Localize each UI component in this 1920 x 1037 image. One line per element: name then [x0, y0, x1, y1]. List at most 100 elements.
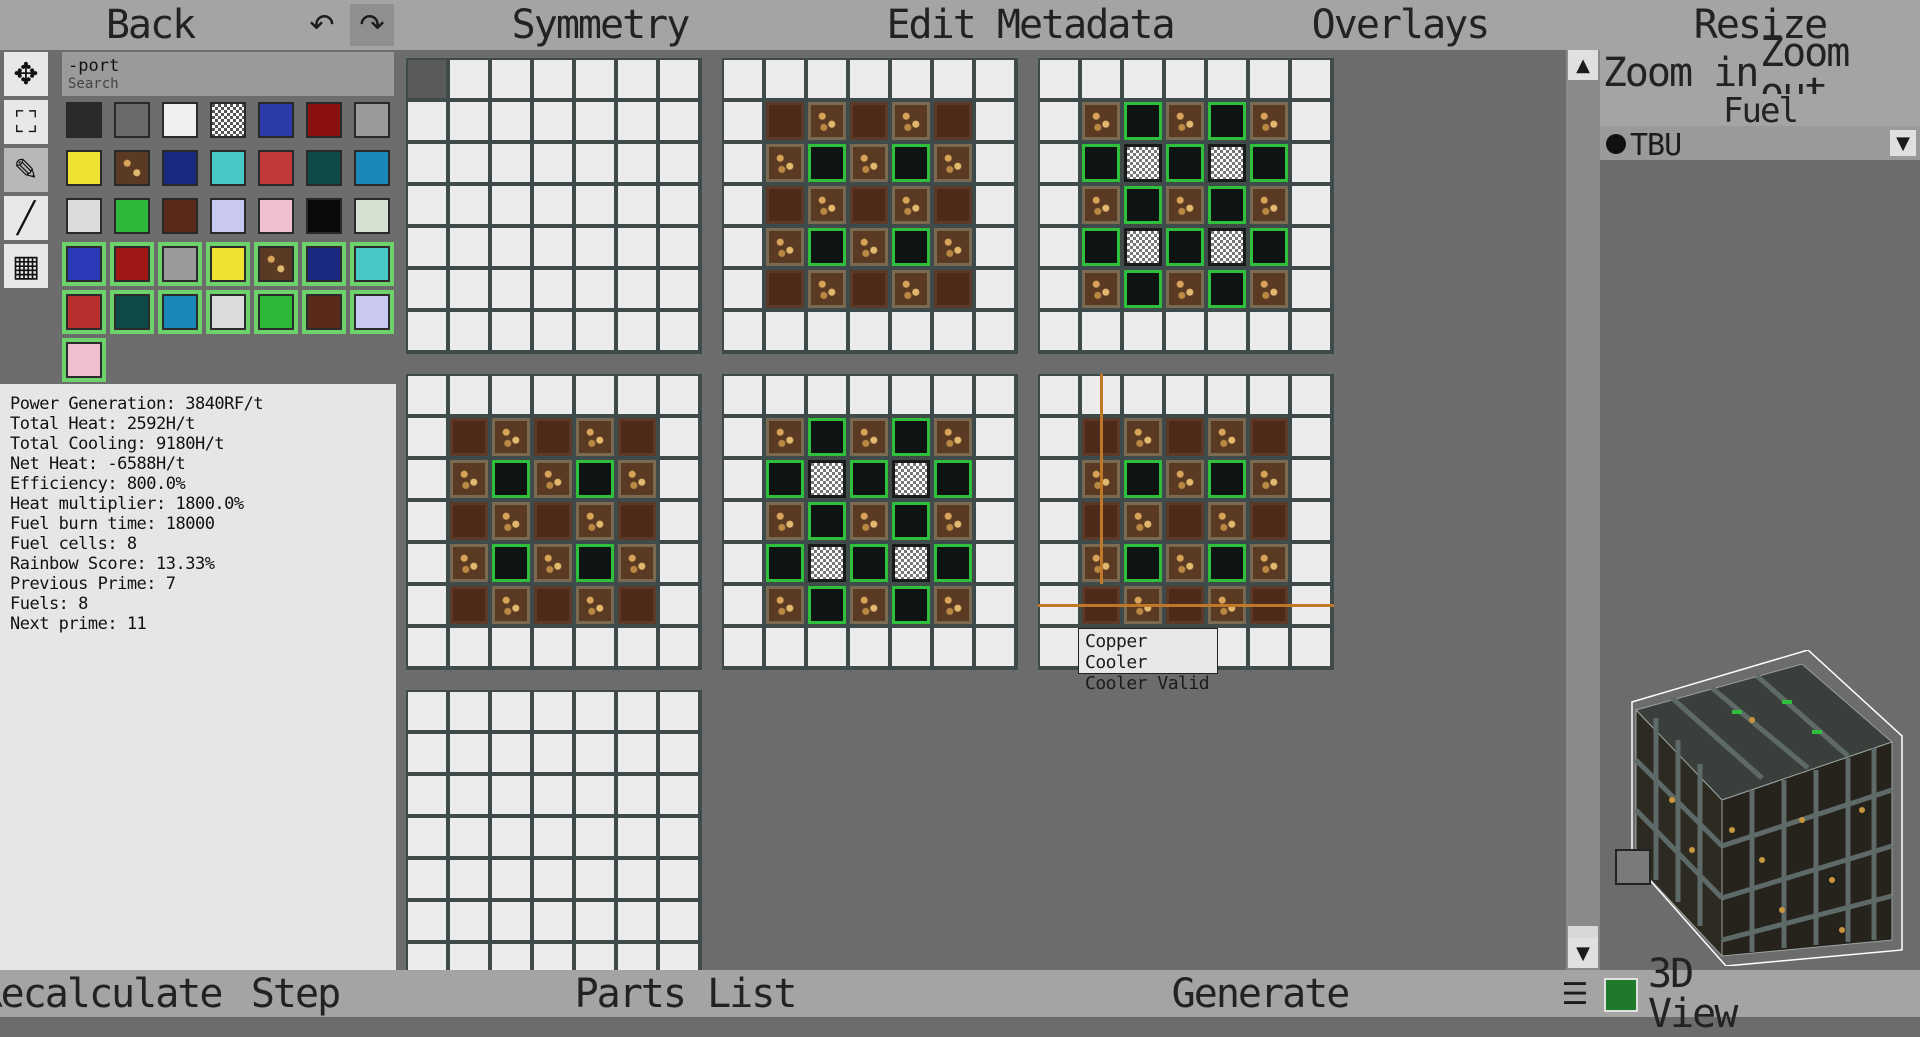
- reactor-cell[interactable]: [724, 312, 762, 350]
- reactor-cell[interactable]: [618, 818, 656, 856]
- reactor-cell[interactable]: [934, 376, 972, 414]
- reactor-cell[interactable]: [976, 270, 1014, 308]
- palette-block[interactable]: [350, 146, 394, 190]
- reactor-cell[interactable]: [892, 186, 930, 224]
- reactor-cell[interactable]: [892, 502, 930, 540]
- reactor-cell[interactable]: [934, 460, 972, 498]
- palette-block[interactable]: [158, 194, 202, 238]
- reactor-cell[interactable]: [724, 586, 762, 624]
- reactor-cell[interactable]: [660, 102, 698, 140]
- reactor-cell[interactable]: [1166, 376, 1204, 414]
- reactor-cell[interactable]: [534, 228, 572, 266]
- reactor-cell[interactable]: [492, 270, 530, 308]
- reactor-cell[interactable]: [576, 860, 614, 898]
- reactor-cell[interactable]: [450, 102, 488, 140]
- reactor-cell[interactable]: [618, 186, 656, 224]
- reactor-cell[interactable]: [1082, 186, 1120, 224]
- reactor-cell[interactable]: [618, 102, 656, 140]
- reactor-cell[interactable]: [534, 944, 572, 970]
- reactor-cell[interactable]: [660, 270, 698, 308]
- reactor-cell[interactable]: [850, 144, 888, 182]
- reactor-cell[interactable]: [724, 460, 762, 498]
- palette-block[interactable]: [350, 290, 394, 334]
- reactor-cell[interactable]: [492, 102, 530, 140]
- reactor-cell[interactable]: [492, 734, 530, 772]
- reactor-cell[interactable]: [618, 734, 656, 772]
- reactor-cell[interactable]: [450, 776, 488, 814]
- reactor-cell[interactable]: [576, 270, 614, 308]
- reactor-cell[interactable]: [1250, 460, 1288, 498]
- reactor-cell[interactable]: [1082, 144, 1120, 182]
- reactor-cell[interactable]: [576, 418, 614, 456]
- reactor-cell[interactable]: [1040, 144, 1078, 182]
- reactor-cell[interactable]: [892, 418, 930, 456]
- reactor-cell[interactable]: [1166, 270, 1204, 308]
- reactor-cell[interactable]: [408, 418, 446, 456]
- reactor-cell[interactable]: [618, 460, 656, 498]
- reactor-cell[interactable]: [1124, 102, 1162, 140]
- reactor-cell[interactable]: [534, 186, 572, 224]
- reactor-cell[interactable]: [1250, 376, 1288, 414]
- reactor-cell[interactable]: [1166, 544, 1204, 582]
- reactor-cell[interactable]: [1124, 376, 1162, 414]
- reactor-cell[interactable]: [660, 586, 698, 624]
- recalculate-button[interactable]: Recalculate: [0, 970, 223, 1017]
- reactor-cell[interactable]: [450, 586, 488, 624]
- reactor-cell[interactable]: [660, 502, 698, 540]
- reactor-cell[interactable]: [1040, 376, 1078, 414]
- reactor-cell[interactable]: [724, 270, 762, 308]
- reactor-cell[interactable]: [492, 60, 530, 98]
- reactor-cell[interactable]: [450, 692, 488, 730]
- palette-block[interactable]: [254, 290, 298, 334]
- reactor-cell[interactable]: [1124, 544, 1162, 582]
- reactor-cell[interactable]: [724, 102, 762, 140]
- reactor-cell[interactable]: [492, 228, 530, 266]
- palette-block[interactable]: [62, 290, 106, 334]
- reactor-cell[interactable]: [450, 228, 488, 266]
- reactor-cell[interactable]: [408, 60, 446, 98]
- reactor-cell[interactable]: [576, 902, 614, 940]
- reactor-cell[interactable]: [850, 312, 888, 350]
- reactor-cell[interactable]: [660, 944, 698, 970]
- reactor-cell[interactable]: [576, 228, 614, 266]
- reactor-cell[interactable]: [1250, 502, 1288, 540]
- reactor-cell[interactable]: [534, 776, 572, 814]
- reactor-cell[interactable]: [1292, 102, 1330, 140]
- reactor-cell[interactable]: [534, 544, 572, 582]
- reactor-3d-preview[interactable]: [1612, 650, 1908, 966]
- step-button[interactable]: Step: [230, 970, 360, 1017]
- reactor-cell[interactable]: [766, 628, 804, 666]
- reactor-cell[interactable]: [660, 228, 698, 266]
- search-input[interactable]: -port Search: [62, 52, 394, 96]
- reactor-cell[interactable]: [808, 270, 846, 308]
- reactor-cell[interactable]: [976, 460, 1014, 498]
- reactor-cell[interactable]: [976, 502, 1014, 540]
- reactor-cell[interactable]: [1292, 376, 1330, 414]
- reactor-cell[interactable]: [1082, 102, 1120, 140]
- reactor-cell[interactable]: [1208, 60, 1246, 98]
- reactor-cell[interactable]: [450, 312, 488, 350]
- reactor-cell[interactable]: [660, 376, 698, 414]
- scroll-thumb[interactable]: [1568, 926, 1598, 938]
- reactor-cell[interactable]: [766, 418, 804, 456]
- reactor-cell[interactable]: [618, 144, 656, 182]
- reactor-cell[interactable]: [660, 734, 698, 772]
- reactor-cell[interactable]: [576, 544, 614, 582]
- vertical-scrollbar[interactable]: [1566, 50, 1600, 970]
- reactor-cell[interactable]: [450, 418, 488, 456]
- reactor-cell[interactable]: [892, 60, 930, 98]
- palette-block[interactable]: [206, 98, 250, 142]
- reactor-cell[interactable]: [576, 460, 614, 498]
- reactor-cell[interactable]: [576, 102, 614, 140]
- reactor-cell[interactable]: [408, 818, 446, 856]
- reactor-cell[interactable]: [1292, 270, 1330, 308]
- reactor-cell[interactable]: [450, 628, 488, 666]
- reactor-cell[interactable]: [660, 860, 698, 898]
- reactor-cell[interactable]: [892, 144, 930, 182]
- reactor-cell[interactable]: [1250, 102, 1288, 140]
- reactor-cell[interactable]: [766, 502, 804, 540]
- reactor-cell[interactable]: [766, 102, 804, 140]
- scroll-down-icon[interactable]: ▼: [1568, 938, 1598, 968]
- reactor-cell[interactable]: [1250, 186, 1288, 224]
- reactor-cell[interactable]: [976, 312, 1014, 350]
